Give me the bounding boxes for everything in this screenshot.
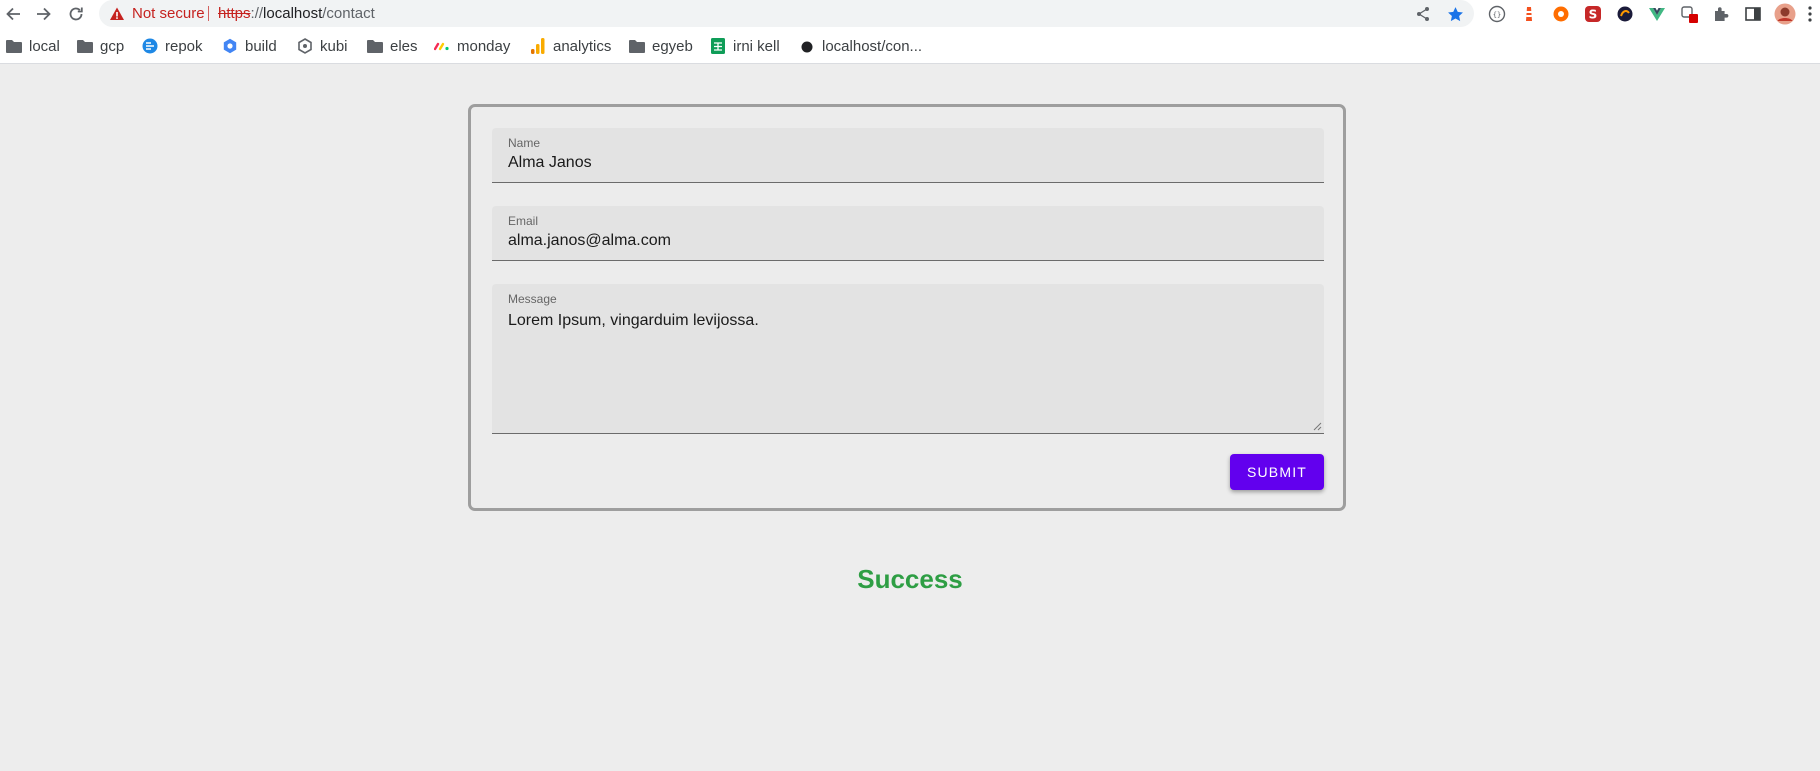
contact-form-card: Name Email Message Lorem Ipsum, vingardu… xyxy=(468,104,1346,511)
avatar xyxy=(1774,3,1796,25)
lifebuoy-icon xyxy=(1553,6,1569,22)
url-text[interactable]: https://localhost/contact xyxy=(218,5,375,22)
analytics-favicon-icon xyxy=(530,38,546,54)
swirl-icon xyxy=(1617,6,1633,22)
forward-button[interactable] xyxy=(32,2,56,26)
bookmark-label: localhost/con... xyxy=(822,37,923,55)
bookmark-star-button[interactable] xyxy=(1445,4,1465,24)
bookmark-label: analytics xyxy=(553,37,612,55)
folder-icon xyxy=(629,38,645,54)
name-field[interactable]: Name xyxy=(492,128,1324,183)
security-label[interactable]: Not secure xyxy=(132,5,205,22)
puzzle-icon xyxy=(1715,7,1729,21)
bookmarks-bar: local gcp repok build kubi eles monday a… xyxy=(0,28,1820,64)
bookmark-repok[interactable]: repok xyxy=(142,35,203,57)
bookmark-analytics[interactable]: analytics xyxy=(530,35,611,57)
address-bar[interactable]: Not secure https://localhost/contact xyxy=(99,0,1474,27)
extension-7[interactable] xyxy=(1678,3,1700,25)
more-vert-icon xyxy=(1808,6,1812,22)
extension-5[interactable] xyxy=(1614,3,1636,25)
email-field[interactable]: Email xyxy=(492,206,1324,261)
url-host: localhost xyxy=(263,5,323,22)
circle-code-icon: {} xyxy=(1488,5,1506,23)
vue-icon xyxy=(1649,8,1665,21)
email-input[interactable] xyxy=(508,232,1308,250)
bookmark-label: repok xyxy=(165,37,203,55)
extension-6[interactable] xyxy=(1646,3,1668,25)
bookmark-gcp[interactable]: gcp xyxy=(77,35,124,57)
reload-button[interactable] xyxy=(64,2,88,26)
resize-handle-icon[interactable] xyxy=(1313,422,1322,431)
url-path: /contact xyxy=(322,5,375,22)
email-label: Email xyxy=(508,214,539,228)
bookmark-local[interactable]: local xyxy=(6,35,60,57)
browser-menu-button[interactable] xyxy=(1802,3,1818,25)
s-badge-icon: S xyxy=(1585,6,1601,22)
share-button[interactable] xyxy=(1413,4,1433,24)
folder-icon xyxy=(77,38,93,54)
bookmark-eles[interactable]: eles xyxy=(367,35,418,57)
reload-icon xyxy=(69,7,83,21)
arrow-left-icon xyxy=(6,7,20,21)
bookmark-egyeb[interactable]: egyeb xyxy=(629,35,693,57)
bookmark-localhost[interactable]: localhost/con... xyxy=(799,35,922,57)
extension-1[interactable]: {} xyxy=(1486,3,1508,25)
warning-icon xyxy=(110,7,124,20)
share-icon xyxy=(1417,7,1429,21)
badge-extension-icon xyxy=(1681,6,1698,23)
bookmark-build[interactable]: build xyxy=(222,35,277,57)
lighthouse-icon xyxy=(1526,7,1532,21)
message-field[interactable]: Message Lorem Ipsum, vingarduim levijoss… xyxy=(492,284,1324,434)
repo-favicon-icon xyxy=(142,38,158,54)
extension-4[interactable]: S xyxy=(1582,3,1604,25)
bookmark-label: monday xyxy=(457,37,511,55)
url-separator: :// xyxy=(250,5,264,22)
url-scheme: https xyxy=(218,5,251,22)
name-label: Name xyxy=(508,136,541,150)
star-icon xyxy=(1447,6,1463,21)
folder-icon xyxy=(6,38,22,54)
extensions-menu-button[interactable] xyxy=(1710,3,1732,25)
browser-toolbar: Not secure https://localhost/contact {} … xyxy=(0,0,1820,28)
kube-favicon-icon xyxy=(297,38,313,54)
bookmark-label: gcp xyxy=(100,37,125,55)
page-favicon-icon xyxy=(799,38,815,54)
svg-text:S: S xyxy=(1589,8,1598,22)
side-panel-icon xyxy=(1745,7,1761,21)
sheets-favicon-icon xyxy=(710,38,726,54)
name-input[interactable] xyxy=(508,154,1308,172)
extension-2[interactable] xyxy=(1518,3,1540,25)
omnibox-divider xyxy=(208,6,209,21)
side-panel-button[interactable] xyxy=(1742,3,1764,25)
message-textarea[interactable]: Lorem Ipsum, vingarduim levijossa. xyxy=(508,312,759,330)
build-favicon-icon xyxy=(222,38,238,54)
arrow-right-icon xyxy=(37,7,51,21)
message-label: Message xyxy=(508,292,557,306)
bookmark-kubi[interactable]: kubi xyxy=(297,35,348,57)
bookmark-label: eles xyxy=(390,37,418,55)
svg-text:{}: {} xyxy=(1493,11,1501,19)
bookmark-label: build xyxy=(245,37,277,55)
bookmark-monday[interactable]: monday xyxy=(434,35,510,57)
submit-button[interactable]: SUBMIT xyxy=(1230,454,1324,490)
monday-favicon-icon xyxy=(434,38,450,54)
bookmark-label: egyeb xyxy=(652,37,693,55)
back-button[interactable] xyxy=(1,2,25,26)
bookmark-irni-kell[interactable]: irni kell xyxy=(710,35,780,57)
bookmark-label: kubi xyxy=(320,37,348,55)
profile-button[interactable] xyxy=(1774,3,1796,25)
extension-3[interactable] xyxy=(1550,3,1572,25)
folder-icon xyxy=(367,38,383,54)
bookmark-label: local xyxy=(29,37,60,55)
success-message: Success xyxy=(857,564,963,594)
bookmark-label: irni kell xyxy=(733,37,780,55)
